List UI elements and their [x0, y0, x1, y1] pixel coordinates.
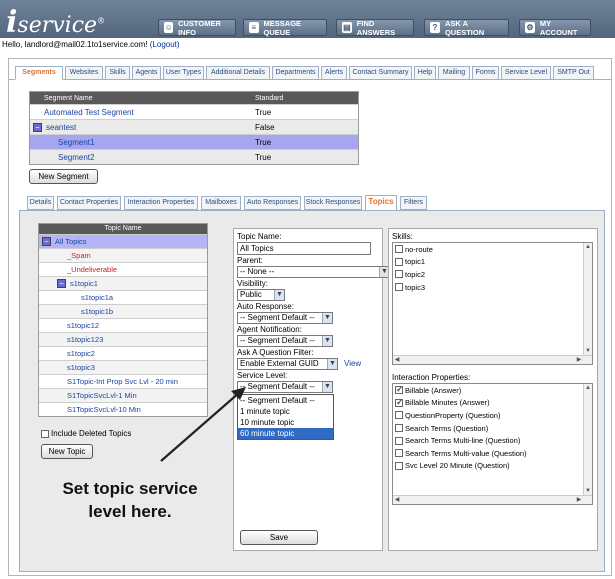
- annotation-line: level here.: [88, 502, 172, 521]
- annotation-callout: Set topic service level here.: [40, 477, 220, 523]
- annotation-line: Set topic service: [62, 479, 198, 498]
